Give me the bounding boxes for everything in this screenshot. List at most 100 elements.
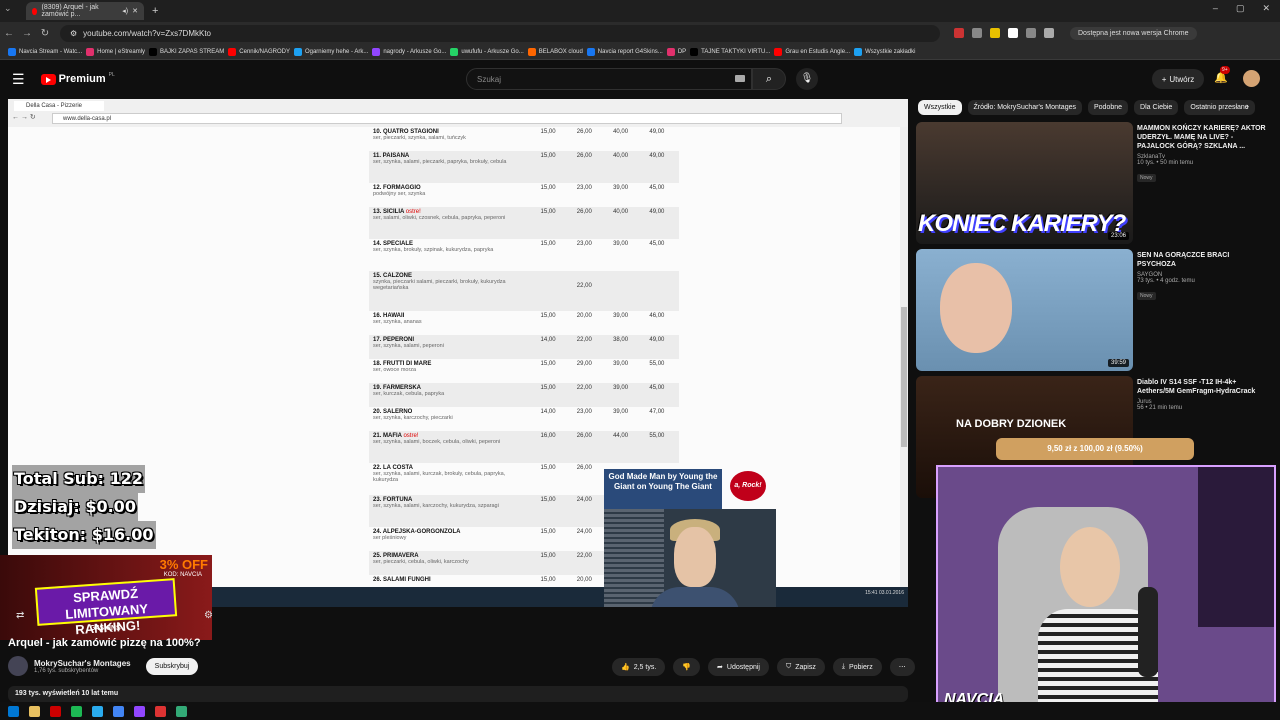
bookmark-item[interactable]: BELABOX cloud bbox=[527, 47, 583, 56]
recommendation-thumbnail[interactable]: 39:59 bbox=[916, 249, 1133, 371]
bookmark-item[interactable]: Navcia report G4Skins... bbox=[586, 47, 663, 56]
video-player[interactable]: Della Casa - Pizzerie ← → ↻ www.della-ca… bbox=[8, 99, 908, 607]
thumbnail-text: NA DOBRY DZIONEK bbox=[956, 418, 1067, 430]
bookmark-favicon-icon bbox=[854, 47, 863, 56]
more-button[interactable]: ⋯ bbox=[889, 658, 915, 676]
filter-chip[interactable]: Źródło: MokrySuchar's Montages bbox=[967, 100, 1082, 115]
bookmark-item[interactable]: Wszystkie zakładki bbox=[854, 47, 915, 56]
inner-clock: 15:41 03.01.2016 bbox=[865, 590, 904, 596]
recommendation-title[interactable]: MAMMON KOŃCZY KARIERĘ? AKTOR UDERZYŁ. MA… bbox=[1137, 124, 1269, 151]
bookmark-item[interactable]: Cennik/NAGRODY bbox=[228, 47, 290, 56]
bookmark-label: uwufufu - Arkusze Go... bbox=[461, 48, 524, 55]
browser-tab-title: (8309) Arquel - jak zamówić p... bbox=[41, 4, 99, 18]
tab-mute-icon[interactable]: ◂) bbox=[122, 7, 128, 15]
profile-icon[interactable] bbox=[1044, 28, 1054, 38]
download-label: Pobierz bbox=[848, 663, 873, 671]
twitch-icon[interactable] bbox=[134, 705, 145, 717]
back-icon[interactable]: ← bbox=[0, 28, 18, 39]
chrome-update-button[interactable]: Dostępna jest nowa wersja Chrome bbox=[1070, 26, 1197, 40]
filter-chip[interactable]: Dla Ciebie bbox=[1134, 100, 1179, 115]
new-tab-button[interactable]: + bbox=[152, 5, 158, 17]
recommendation-2[interactable]: 39:59 SEN NA GORĄCZCE BRACI PSYCHOZA SAY… bbox=[916, 249, 1276, 373]
channel-info[interactable]: MokrySuchar's Montages 1,76 tys. subskry… bbox=[8, 656, 131, 676]
like-button[interactable]: 👍 2,5 tys. bbox=[612, 658, 666, 676]
minimize-icon[interactable]: – bbox=[1213, 3, 1218, 14]
extension-icon[interactable] bbox=[972, 28, 982, 38]
bookmark-item[interactable]: Grau en Estudis Angle... bbox=[774, 47, 850, 56]
bookmark-item[interactable]: nagrody - Arkusze Go... bbox=[372, 47, 446, 56]
settings-gear-icon[interactable]: ⚙ bbox=[204, 610, 213, 621]
pizza-price: 15,00 bbox=[540, 529, 556, 535]
pizza-name: 11. PAISANA ser, szynka, salami, pieczark… bbox=[373, 153, 530, 165]
extension-icon[interactable] bbox=[1026, 28, 1036, 38]
duration-badge: 39:59 bbox=[1107, 359, 1129, 367]
bookmark-item[interactable]: DP bbox=[666, 47, 686, 56]
youtube-logo[interactable]: Premium PL bbox=[40, 72, 115, 85]
extension-icon[interactable] bbox=[1008, 28, 1018, 38]
bookmark-item[interactable]: Home | eStreamly bbox=[86, 47, 145, 56]
notifications-button[interactable]: 🔔 9+ bbox=[1214, 66, 1230, 84]
pizza-price: 45,00 bbox=[649, 241, 665, 247]
tab-search-icon[interactable]: ⌄ bbox=[4, 3, 12, 14]
channel-avatar[interactable] bbox=[8, 656, 28, 676]
chevron-right-icon[interactable]: › bbox=[1246, 101, 1249, 111]
folder-icon[interactable] bbox=[29, 705, 40, 717]
new-badge: Nowy bbox=[1137, 174, 1156, 182]
save-label: Zapisz bbox=[795, 663, 816, 671]
extension-icon[interactable] bbox=[990, 28, 1000, 38]
thumbnail-image bbox=[940, 263, 1012, 353]
recommendation-thumbnail[interactable]: KONIEC KARIERY? 23:06 bbox=[916, 122, 1133, 244]
extension-icon[interactable] bbox=[954, 28, 964, 38]
obs-icon[interactable] bbox=[155, 705, 166, 717]
pizza-price: 15,00 bbox=[540, 465, 556, 471]
chapters-icon[interactable]: ⇄ bbox=[16, 610, 24, 621]
menu-row: 15. CALZONE szynka, pieczarki salami, pie… bbox=[369, 271, 679, 311]
promo-code: KOD: NAVCIA bbox=[163, 572, 202, 578]
bookmark-item[interactable]: Ogarniemy hehe - Ark... bbox=[293, 47, 368, 56]
recommendation-1[interactable]: KONIEC KARIERY? 23:06 MAMMON KOŃCZY KARI… bbox=[916, 122, 1276, 246]
video-description[interactable]: 193 tys. wyświetleń 10 lat temu bbox=[8, 686, 908, 702]
reload-icon[interactable]: ↻ bbox=[36, 28, 54, 39]
menu-icon[interactable]: ☰ bbox=[12, 71, 25, 88]
recommendation-views: 56 • 21 min temu bbox=[1137, 405, 1183, 411]
pizza-price: 39,00 bbox=[613, 241, 629, 247]
url-field[interactable]: ⚙ youtube.com/watch?v=Zxs7DMkKto bbox=[60, 24, 940, 42]
recommendation-title[interactable]: Diablo IV S14 SSF -T12 IH-4k+ Aethers/5M… bbox=[1137, 378, 1269, 396]
subscribe-button[interactable]: Subskrybuj bbox=[146, 658, 198, 675]
save-button[interactable]: ⛉ Zapisz bbox=[776, 658, 825, 676]
bookmark-item[interactable]: TAJNE TAKTYKI VIRTU... bbox=[690, 47, 770, 56]
bookmark-favicon-icon bbox=[774, 47, 783, 56]
filter-chip[interactable]: Ostatnio przesłane bbox=[1184, 100, 1255, 115]
recommendation-views: 10 tys. • 50 min temu bbox=[1137, 160, 1194, 166]
dislike-button[interactable]: 👎 bbox=[673, 658, 701, 676]
channel-name[interactable]: MokrySuchar's Montages bbox=[34, 659, 131, 668]
bookmark-item[interactable]: BAJKI ZAPAS STREAM bbox=[149, 47, 224, 56]
app-icon[interactable] bbox=[50, 705, 61, 717]
recommendation-title[interactable]: SEN NA GORĄCZCE BRACI PSYCHOZA bbox=[1137, 251, 1269, 269]
keyboard-icon[interactable] bbox=[735, 75, 745, 82]
close-window-icon[interactable]: ✕ bbox=[1262, 3, 1270, 14]
bookmark-item[interactable]: Navcia Stream - Watc... bbox=[8, 47, 82, 56]
maximize-icon[interactable]: ▢ bbox=[1236, 3, 1245, 14]
filter-chip[interactable]: Podobne bbox=[1088, 100, 1129, 115]
share-button[interactable]: ➦ Udostępnij bbox=[708, 658, 769, 676]
voice-search-button[interactable]: 🎙 bbox=[796, 68, 818, 90]
create-button[interactable]: + Utwórz bbox=[1152, 69, 1204, 89]
spotify-icon[interactable] bbox=[71, 705, 82, 717]
tab-close-icon[interactable]: ✕ bbox=[132, 7, 138, 15]
bookmark-item[interactable]: uwufufu - Arkusze Go... bbox=[450, 47, 524, 56]
pizza-price: 29,00 bbox=[576, 361, 592, 367]
forward-icon[interactable]: → bbox=[18, 28, 36, 39]
avatar[interactable] bbox=[1243, 70, 1260, 87]
download-button[interactable]: ⤓ Pobierz bbox=[832, 658, 882, 676]
site-info-icon[interactable]: ⚙ bbox=[70, 29, 77, 38]
chrome-icon[interactable] bbox=[113, 705, 124, 717]
windows-start-icon[interactable] bbox=[8, 705, 19, 717]
search-input[interactable]: Szukaj bbox=[466, 68, 752, 90]
telegram-icon[interactable] bbox=[92, 705, 103, 717]
search-button[interactable]: ⌕ bbox=[752, 68, 786, 90]
browser-tab-active[interactable]: (8309) Arquel - jak zamówić p... ◂) ✕ bbox=[26, 2, 144, 20]
terminal-icon[interactable] bbox=[176, 705, 187, 717]
pizza-price: 45,00 bbox=[649, 385, 665, 391]
filter-chip[interactable]: Wszystkie bbox=[918, 100, 962, 115]
